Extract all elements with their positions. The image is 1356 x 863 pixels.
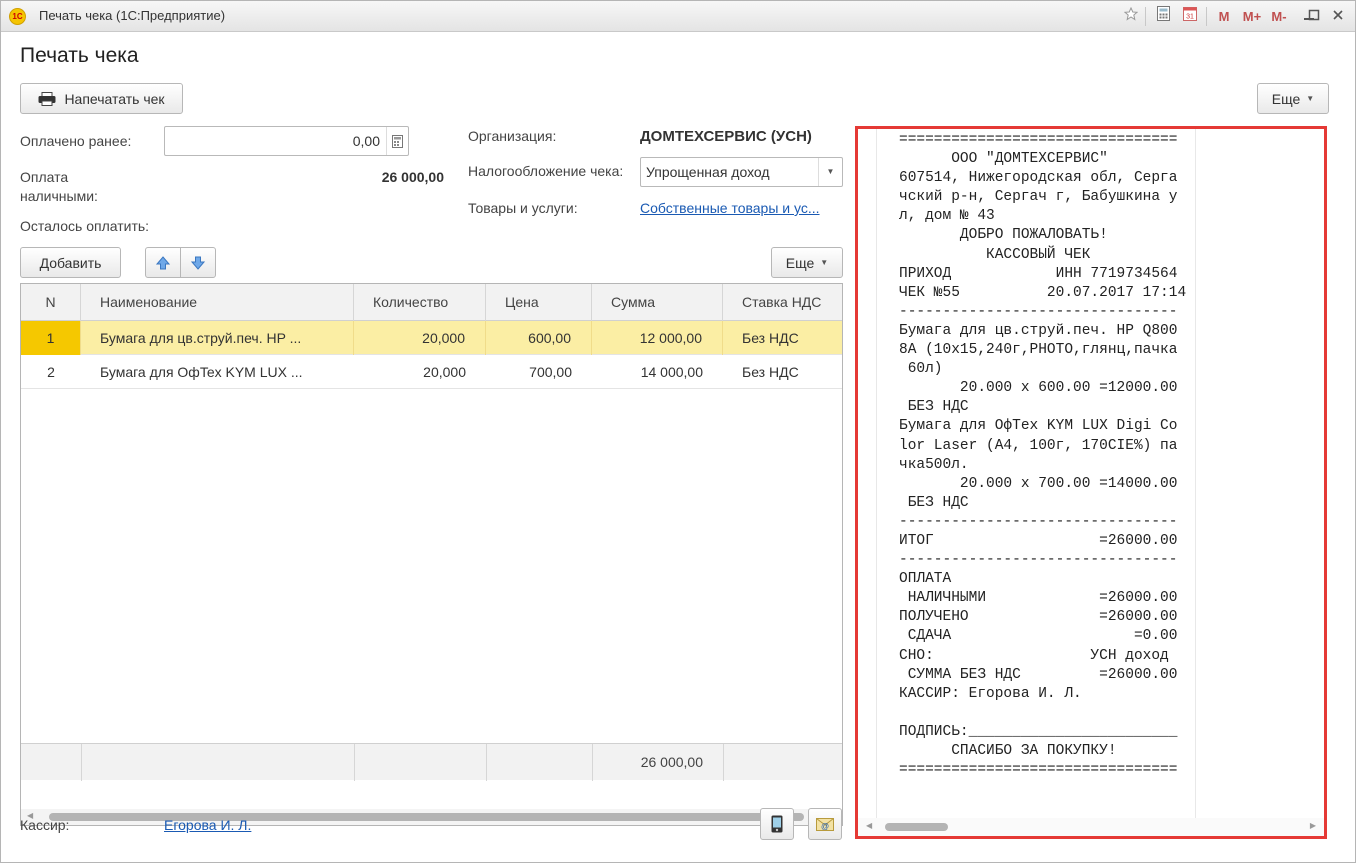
row-price: 600,00 (486, 321, 592, 355)
arrow-up-icon (155, 255, 171, 271)
tax-value: Упрощенная доход (646, 164, 770, 180)
row-sum: 14 000,00 (640, 364, 703, 380)
printer-icon (38, 91, 56, 106)
more-button[interactable]: Еще ▼ (1257, 83, 1329, 114)
app-window: 1С Печать чека (1С:Предприятие) 31 M M+ … (0, 0, 1356, 863)
row-name: Бумага для OфTex KYM LUX ... (100, 364, 303, 380)
row-number: 1 (21, 321, 81, 355)
org-label: Организация: (468, 128, 557, 144)
receipt-paper: ================================ ООО "ДО… (876, 129, 1196, 819)
org-value: ДОМТЕХСЕРВИС (УСН) (640, 128, 812, 145)
receipt-text: ================================ ООО "ДО… (899, 132, 1187, 779)
table-horizontal-scrollbar[interactable]: ◀ ▶ (21, 809, 842, 825)
memory-plus-button[interactable]: M+ (1239, 6, 1265, 27)
separator (1206, 7, 1207, 26)
scroll-left-icon[interactable]: ◀ (866, 821, 872, 830)
cash-label-line2: наличными: (20, 188, 98, 204)
arrow-down-icon (190, 255, 206, 271)
add-label: Добавить (39, 254, 102, 271)
chevron-down-icon: ▼ (820, 258, 829, 267)
svg-text:31: 31 (1186, 14, 1194, 21)
scroll-right-icon[interactable]: ▶ (1310, 821, 1316, 830)
form-content: Печать чека Напечатать чек Еще ▼ Оплачен… (1, 32, 1355, 862)
print-receipt-label: Напечатать чек (64, 90, 165, 107)
cash-value: 26 000,00 (381, 169, 444, 185)
total-sum: 26 000,00 (640, 754, 703, 770)
row-price: 700,00 (529, 364, 572, 380)
remaining-label: Осталось оплатить: (20, 218, 150, 234)
scrollbar-thumb[interactable] (49, 813, 804, 821)
mobile-phone-icon (771, 815, 783, 833)
memory-minus-button[interactable]: M- (1267, 6, 1291, 27)
more-label: Еще (1271, 90, 1301, 107)
maximize-icon[interactable] (1306, 6, 1322, 27)
svg-text:@: @ (821, 822, 829, 831)
row-name: Бумага для цв.струй.печ. HP ... (81, 321, 354, 355)
receipt-preview[interactable]: ================================ ООО "ДО… (855, 126, 1327, 839)
dropdown-arrow-icon[interactable]: ▼ (818, 158, 842, 186)
column-header-n[interactable]: N (21, 284, 81, 321)
table-more-button[interactable]: Еще ▼ (771, 247, 843, 278)
move-down-button[interactable] (180, 247, 216, 278)
close-icon[interactable] (1330, 6, 1346, 27)
favorite-star-icon[interactable] (1122, 6, 1140, 27)
row-sum: 12 000,00 (592, 321, 723, 355)
tax-label: Налогообложение чека: (468, 163, 624, 179)
calculator-icon[interactable] (386, 127, 408, 155)
page-title: Печать чека (20, 44, 139, 67)
cash-label: Оплата наличными: (20, 168, 98, 206)
receipt-horizontal-scrollbar[interactable]: ◀ ▶ (858, 818, 1324, 836)
chevron-down-icon: ▼ (1306, 94, 1315, 103)
send-email-button[interactable]: @ (808, 808, 842, 840)
column-header-quantity[interactable]: Количество (354, 284, 486, 321)
cashier-label: Кассир: (20, 817, 70, 833)
memory-button[interactable]: M (1214, 6, 1234, 27)
row-quantity: 20,000 (354, 321, 486, 355)
goods-link[interactable]: Собственные товары и ус... (640, 200, 820, 216)
table-row[interactable]: 1 Бумага для цв.струй.печ. HP ... 20,000… (21, 321, 842, 355)
row-number: 2 (47, 364, 55, 380)
paid-before-field[interactable]: 0,00 (164, 126, 409, 156)
column-header-vat[interactable]: Ставка НДС (723, 284, 842, 321)
row-vat: Без НДС (742, 364, 799, 380)
row-vat: Без НДС (742, 330, 799, 346)
table-more-label: Еще (785, 254, 815, 271)
print-receipt-button[interactable]: Напечатать чек (20, 83, 183, 114)
column-header-name[interactable]: Наименование (81, 284, 354, 321)
cashier-link[interactable]: Егорова И. Л. (164, 817, 251, 833)
calendar-icon[interactable]: 31 (1181, 6, 1199, 27)
email-icon: @ (816, 816, 834, 832)
goods-label: Товары и услуги: (468, 200, 578, 216)
tax-select[interactable]: Упрощенная доход ▼ (640, 157, 843, 187)
table-row[interactable]: 2 Бумага для OфTex KYM LUX ... 20,000 70… (21, 355, 842, 389)
column-header-price[interactable]: Цена (486, 284, 592, 321)
paid-before-value: 0,00 (352, 133, 380, 149)
column-header-sum[interactable]: Сумма (592, 284, 723, 321)
add-button[interactable]: Добавить (20, 247, 121, 278)
move-up-button[interactable] (145, 247, 181, 278)
scrollbar-thumb[interactable] (885, 823, 948, 831)
calculator-icon[interactable] (1154, 6, 1172, 27)
row-quantity: 20,000 (423, 364, 466, 380)
paid-before-label: Оплачено ранее: (20, 133, 132, 149)
table-header: N Наименование Количество Цена Сумма Ста… (21, 284, 842, 321)
table-footer: 26 000,00 (21, 743, 842, 781)
items-table[interactable]: N Наименование Количество Цена Сумма Ста… (20, 283, 843, 826)
title-bar: 1С Печать чека (1С:Предприятие) 31 M M+ … (1, 1, 1355, 32)
window-title: Печать чека (1С:Предприятие) (39, 8, 226, 23)
cash-label-line1: Оплата (20, 169, 69, 185)
1c-logo-icon: 1С (9, 8, 26, 25)
separator (1145, 7, 1146, 26)
send-sms-button[interactable] (760, 808, 794, 840)
